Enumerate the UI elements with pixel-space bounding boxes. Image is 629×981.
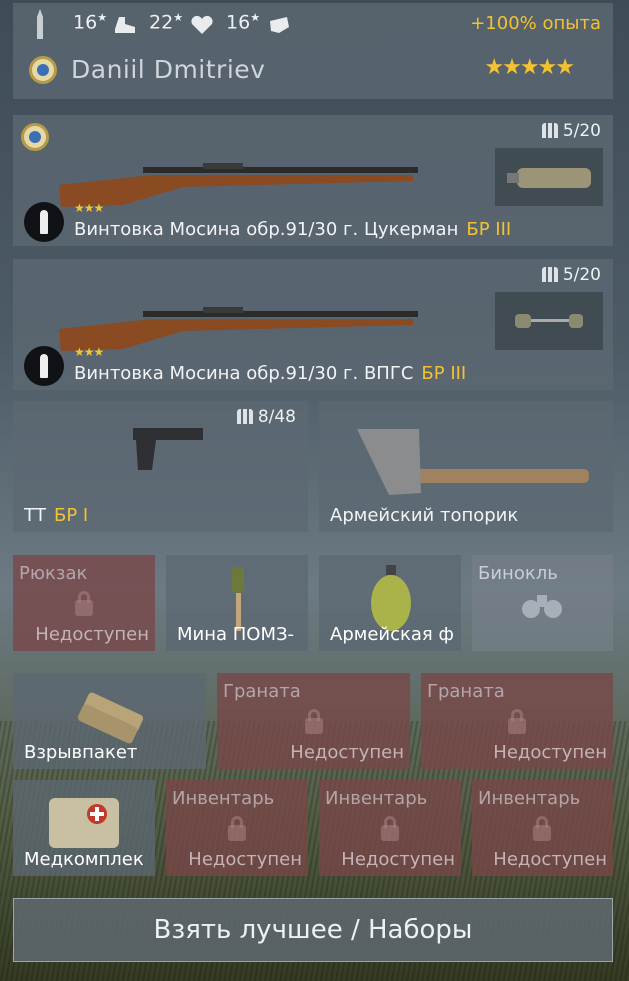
slot-title: Инвентарь	[325, 788, 428, 809]
grenade-slot-2[interactable]: Граната Недоступен	[421, 673, 613, 769]
rank-stars: ★★★★★	[484, 55, 575, 80]
lock-icon	[228, 816, 246, 841]
weapon-stars: ★★★	[74, 201, 104, 215]
slot-label: Медкомплек	[24, 849, 144, 870]
rifle-image	[59, 163, 418, 207]
silencer-icon	[507, 168, 591, 188]
flask-slot[interactable]: Армейская ф	[319, 555, 461, 651]
ammo-type-icon	[24, 346, 64, 386]
stat-2: 22★	[149, 11, 184, 34]
slot-title: Инвентарь	[172, 788, 275, 809]
slot-status: Недоступен	[493, 742, 607, 763]
grenade-slot-1[interactable]: Граната Недоступен	[217, 673, 410, 769]
weapon-br: БР III	[421, 363, 467, 384]
mine-image	[232, 567, 244, 631]
ammo-count: 5/20	[541, 265, 601, 285]
slot-status: Недоступен	[290, 742, 404, 763]
take-best-loadouts-button[interactable]: Взять лучшее / Наборы	[13, 898, 613, 962]
ammo-type-icon	[24, 202, 64, 242]
pistol-name: ТТ БР I	[24, 505, 89, 526]
ammo-count: 8/48	[236, 407, 296, 427]
slot-status: Недоступен	[493, 849, 607, 870]
slot-status: Недоступен	[188, 849, 302, 870]
slot-title: Бинокль	[478, 563, 558, 584]
melee-name: Армейский топорик	[330, 505, 519, 526]
inventory-slot-3[interactable]: Инвентарь Недоступен	[472, 780, 613, 876]
attachment-slot-silencer[interactable]	[495, 148, 603, 206]
weapon-name-2: Винтовка Мосина обр.91/30 г. ВПГС БР III	[74, 363, 467, 384]
weapon-stars: ★★★	[74, 345, 104, 359]
backpack-slot[interactable]: Рюкзак Недоступен	[13, 555, 155, 651]
xp-bonus: +100% опыта	[470, 13, 601, 34]
slot-label: Взрывпакет	[24, 742, 138, 763]
ammo-icon	[541, 123, 558, 138]
rank-medal-icon	[29, 56, 57, 84]
slot-label: Мина ПОМЗ-	[177, 624, 295, 645]
lock-icon	[75, 591, 93, 616]
inventory-slot-1[interactable]: Инвентарь Недоступен	[166, 780, 308, 876]
weapon-medal-icon	[21, 123, 49, 151]
pistol-image	[133, 428, 203, 470]
weapon-br: БР III	[466, 219, 512, 240]
axe-image	[357, 429, 589, 495]
ammo-icon	[541, 267, 558, 282]
slot-status: Недоступен	[341, 849, 455, 870]
player-name[interactable]: Daniil Dmitriev	[71, 55, 265, 84]
grenade-attachment-icon	[515, 314, 583, 328]
soldier-header: 16★ 22★ 16★ +100% опыта Daniil Dmitriev …	[13, 3, 613, 99]
primary-weapon-slot-1[interactable]: ★★★ Винтовка Мосина обр.91/30 г. Цукерма…	[13, 115, 613, 246]
attachment-slot-grenade-launcher[interactable]	[495, 292, 603, 350]
explosive-pack-slot[interactable]: Взрывпакет	[13, 673, 206, 769]
fist-icon	[270, 17, 289, 33]
bullet-icon	[37, 9, 43, 39]
stat-3: 16★	[226, 11, 261, 34]
pistol-br: БР I	[54, 505, 89, 526]
boot-icon	[115, 17, 135, 33]
slot-title: Инвентарь	[478, 788, 581, 809]
ammo-count: 5/20	[541, 121, 601, 141]
inventory-slot-2[interactable]: Инвентарь Недоступен	[319, 780, 461, 876]
lock-icon	[508, 709, 526, 734]
explosive-pack-image	[77, 692, 144, 744]
slot-status: Недоступен	[35, 624, 149, 645]
melee-slot[interactable]: Армейский топорик	[319, 401, 613, 532]
heart-icon	[191, 15, 213, 34]
primary-weapon-slot-2[interactable]: ★★★ Винтовка Мосина обр.91/30 г. ВПГС БР …	[13, 259, 613, 390]
medkit-image	[49, 798, 119, 848]
flask-image	[371, 565, 411, 631]
slot-label: Армейская ф	[330, 624, 454, 645]
ammo-icon	[236, 409, 253, 424]
slot-title: Граната	[223, 681, 301, 702]
binoculars-slot[interactable]: Бинокль	[472, 555, 613, 651]
slot-title: Граната	[427, 681, 505, 702]
stat-1: 16★	[73, 11, 108, 34]
slot-title: Рюкзак	[19, 563, 88, 584]
binoculars-icon	[522, 595, 562, 618]
secondary-weapon-slot[interactable]: 8/48 ТТ БР I	[13, 401, 308, 532]
weapon-name-1: Винтовка Мосина обр.91/30 г. Цукерман БР …	[74, 219, 512, 240]
lock-icon	[533, 816, 551, 841]
rifle-image	[59, 307, 418, 351]
medkit-slot[interactable]: Медкомплек	[13, 780, 155, 876]
lock-icon	[381, 816, 399, 841]
mine-slot[interactable]: Мина ПОМЗ-	[166, 555, 308, 651]
lock-icon	[305, 709, 323, 734]
